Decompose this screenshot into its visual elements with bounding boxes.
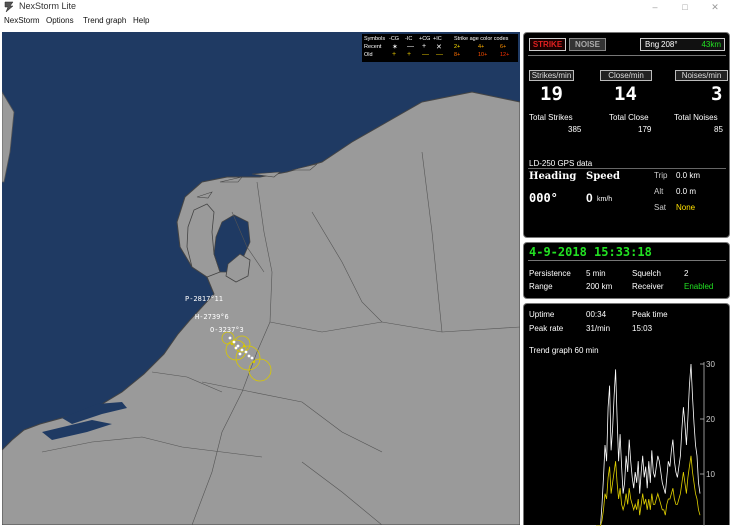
legend-recent-label: Recent xyxy=(364,44,382,50)
trend-tick-20: 20 xyxy=(706,415,715,424)
datetime-display: 4-9-2018 15:33:18 xyxy=(529,245,652,259)
age-code-8: 8+ xyxy=(454,52,461,58)
legend-col-neg-ic: -IC xyxy=(405,36,413,42)
legend-col-neg-cg: -CG xyxy=(389,36,400,42)
persistence-value: 5 min xyxy=(586,269,606,278)
noises-per-min-button[interactable]: Noises/min xyxy=(675,70,728,81)
total-strikes-label: Total Strikes xyxy=(529,113,573,122)
sat-label: Sat xyxy=(654,203,667,212)
alt-value: 0.0 m xyxy=(676,187,697,196)
bearing-value: 208° xyxy=(661,40,678,49)
close-button[interactable]: ✕ xyxy=(700,0,730,15)
total-close-value: 179 xyxy=(638,125,652,134)
title-bar: NexStorm Lite – □ ✕ xyxy=(0,0,732,15)
age-code-4: 4+ xyxy=(478,44,485,50)
lightning-map[interactable]: P-2817°11 H-2739°6 O-3237°3 Symbols -CG … xyxy=(2,32,520,525)
distance-value: 43km xyxy=(701,40,721,49)
legend-symbols-label: Symbols xyxy=(364,36,386,42)
minimize-button[interactable]: – xyxy=(640,0,670,15)
receiver-value: Enabled xyxy=(684,282,714,291)
strike-indicator: STRIKE xyxy=(529,38,566,51)
trip-label: Trip xyxy=(654,171,668,180)
total-strikes-value: 385 xyxy=(568,125,582,134)
trend-tick-30: 30 xyxy=(706,360,715,369)
speed-value: 0 xyxy=(586,191,593,205)
menu-trend-graph[interactable]: Trend graph xyxy=(83,16,126,25)
trend-panel: Uptime 00:34 Peak time Peak rate 31/min … xyxy=(523,303,730,526)
legend-age-label: Strike age color codes xyxy=(454,36,509,42)
speed-unit: km/h xyxy=(597,196,613,203)
bearing-box: Bng 208° 43km xyxy=(640,38,725,51)
heading-label: Heading xyxy=(529,171,577,182)
noises-per-min-value: 3 xyxy=(711,83,723,105)
gps-title: LD-250 GPS data xyxy=(529,159,593,168)
recent-pos-ic-icon: ✕ xyxy=(436,44,442,51)
recent-neg-ic-icon: — xyxy=(407,43,414,50)
window-title: NexStorm Lite xyxy=(19,1,77,11)
receiver-label: Receiver xyxy=(632,282,664,291)
total-close-label: Total Close xyxy=(609,113,649,122)
age-code-10: 10+ xyxy=(478,52,488,58)
map-label-p: P-2817°11 xyxy=(185,295,223,303)
close-per-min-button[interactable]: Close/min xyxy=(600,70,652,81)
counter-panel: STRIKE NOISE Bng 208° 43km Strikes/min C… xyxy=(523,32,730,238)
strikes-per-min-value: 19 xyxy=(540,83,563,105)
total-noises-value: 85 xyxy=(714,125,723,134)
settings-panel: 4-9-2018 15:33:18 Persistence 5 min Sque… xyxy=(523,242,730,299)
maximize-button[interactable]: □ xyxy=(670,0,700,15)
speed-label: Speed xyxy=(586,171,620,182)
recent-pos-cg-icon: + xyxy=(422,43,427,50)
total-noises-label: Total Noises xyxy=(674,113,718,122)
map-canvas: P-2817°11 H-2739°6 O-3237°3 xyxy=(2,91,520,525)
heading-value: 000° xyxy=(529,191,558,205)
squelch-label: Squelch xyxy=(632,269,661,278)
recent-neg-cg-icon: ✶ xyxy=(392,44,398,51)
trend-tick-10: 10 xyxy=(706,470,715,479)
map-label-o: O-3237°3 xyxy=(210,326,244,334)
old-neg-ic-icon: + xyxy=(407,51,412,58)
age-code-12: 12+ xyxy=(500,52,510,58)
legend-old-label: Old xyxy=(364,52,373,58)
menu-bar: NexStorm Options Trend graph Help xyxy=(0,15,732,28)
menu-nexstorm[interactable]: NexStorm xyxy=(4,16,40,25)
age-code-2: 2+ xyxy=(454,44,461,50)
range-label: Range xyxy=(529,282,553,291)
nexstorm-app-icon xyxy=(4,1,14,13)
noise-indicator: NOISE xyxy=(569,38,606,51)
sat-value: None xyxy=(676,203,696,212)
old-neg-cg-icon: + xyxy=(392,51,397,58)
trend-graph: 30 20 10 xyxy=(596,360,715,526)
range-value: 200 km xyxy=(586,282,613,291)
persistence-label: Persistence xyxy=(529,269,571,278)
menu-options[interactable]: Options xyxy=(46,16,74,25)
trend-series-close xyxy=(596,455,701,526)
legend-col-pos-ic: +IC xyxy=(433,36,442,42)
strikes-per-min-button[interactable]: Strikes/min xyxy=(529,70,574,81)
bearing-label: Bng xyxy=(645,40,660,49)
squelch-value: 2 xyxy=(684,269,689,278)
legend-col-pos-cg: +CG xyxy=(419,36,431,42)
age-code-6: 6+ xyxy=(500,44,507,50)
trip-value: 0.0 km xyxy=(676,171,701,180)
alt-label: Alt xyxy=(654,187,664,196)
old-pos-ic-icon: — xyxy=(436,51,443,58)
old-pos-cg-icon: — xyxy=(422,51,429,58)
map-legend: Symbols -CG -IC +CG +IC Strike age color… xyxy=(362,34,518,62)
map-label-h: H-2739°6 xyxy=(195,313,229,321)
close-per-min-value: 14 xyxy=(614,83,637,105)
menu-help[interactable]: Help xyxy=(133,16,149,25)
